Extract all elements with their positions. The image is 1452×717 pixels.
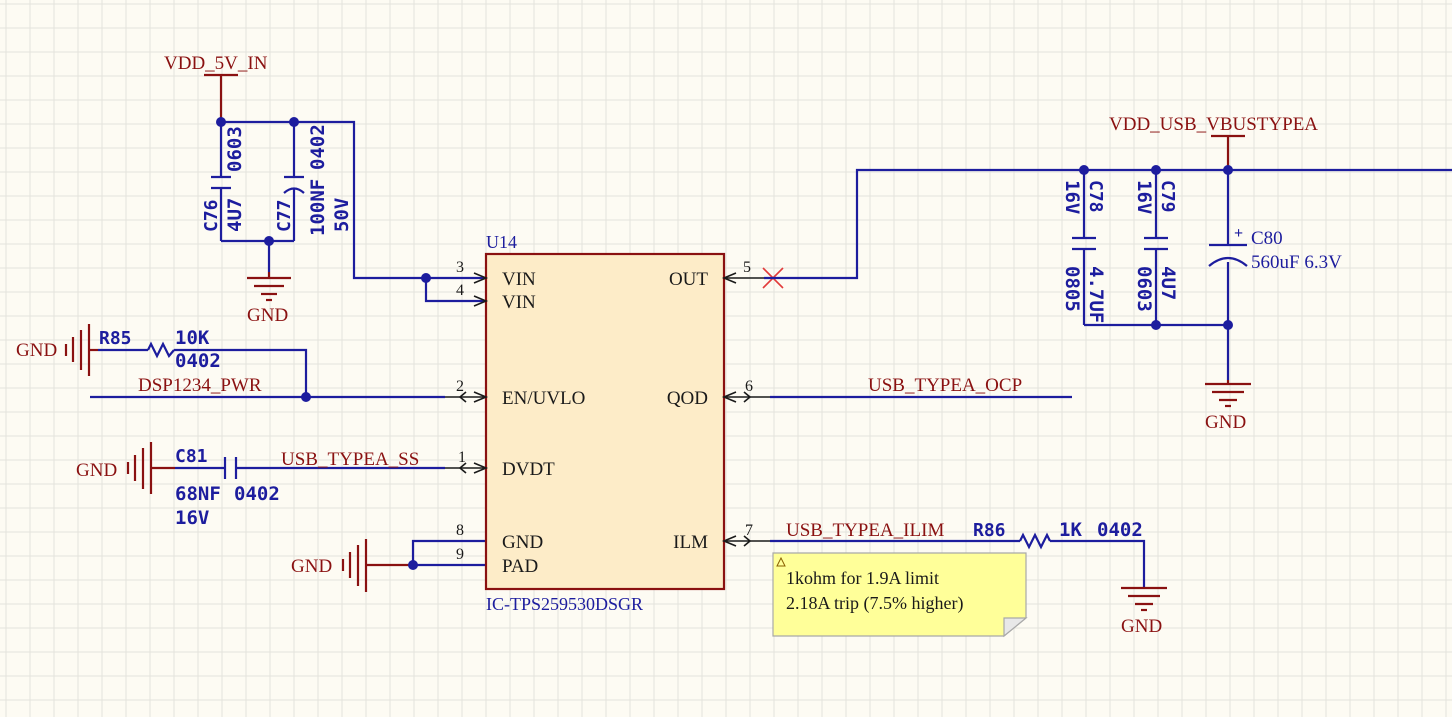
c78-voltage: 16V bbox=[1061, 180, 1083, 214]
c78-ref: C78 bbox=[1085, 180, 1106, 213]
r86-ref: R86 bbox=[973, 520, 1006, 541]
pin-name: EN/UVLO bbox=[502, 388, 585, 409]
gnd-port[interactable]: GND bbox=[247, 272, 291, 326]
pin-name: ILM bbox=[673, 532, 708, 553]
gnd-label: GND bbox=[16, 340, 57, 361]
c79-ref: C79 bbox=[1157, 180, 1178, 213]
pin-number: 6 bbox=[745, 378, 753, 395]
ic-ref: U14 bbox=[486, 232, 517, 252]
schematic-canvas: VDD_5V_IN C76 4U7 0603 C77 100NF 0402 50… bbox=[0, 0, 1452, 717]
junction bbox=[1151, 320, 1161, 330]
pin-name: VIN bbox=[502, 292, 536, 313]
ocp-net-label: USB_TYPEA_OCP bbox=[868, 375, 1022, 396]
gnd-port[interactable]: GND bbox=[16, 324, 98, 376]
gnd-label: GND bbox=[291, 556, 332, 577]
gnd-label: GND bbox=[247, 305, 288, 326]
pin-number: 3 bbox=[456, 259, 464, 276]
pin-number: 4 bbox=[456, 282, 464, 299]
dsp-pwr-net-label: DSP1234_PWR bbox=[138, 375, 262, 396]
junction bbox=[1223, 320, 1233, 330]
ss-net-label: USB_TYPEA_SS bbox=[281, 449, 419, 470]
c77-size: 0402 bbox=[307, 124, 329, 170]
junction bbox=[289, 117, 299, 127]
r86-value: 1K bbox=[1059, 519, 1082, 541]
c78-size: 0805 bbox=[1061, 266, 1083, 312]
c80-ref: C80 bbox=[1251, 228, 1283, 249]
capacitor-c76[interactable]: C76 4U7 0603 bbox=[201, 126, 246, 232]
input-wires bbox=[219, 120, 486, 303]
junction bbox=[264, 236, 274, 246]
gnd-port[interactable]: GND bbox=[291, 539, 413, 592]
note-line-2: 2.18A trip (7.5% higher) bbox=[786, 593, 963, 614]
pin-name: OUT bbox=[669, 269, 708, 290]
junction bbox=[1079, 165, 1089, 175]
c76-ref: C76 bbox=[201, 199, 222, 232]
c79-value: 4U7 bbox=[1157, 266, 1179, 300]
c81-ref: C81 bbox=[175, 446, 208, 467]
pin-name: QOD bbox=[667, 388, 708, 409]
ilim-net-label: USB_TYPEA_ILIM bbox=[786, 520, 944, 541]
vdd-5v-in-port[interactable]: VDD_5V_IN bbox=[164, 53, 268, 122]
pin-number: 9 bbox=[456, 546, 464, 563]
r86-size: 0402 bbox=[1097, 519, 1143, 541]
r85-size: 0402 bbox=[175, 350, 221, 372]
gnd-port[interactable]: GND bbox=[1121, 586, 1167, 637]
pin-number: 5 bbox=[743, 259, 751, 276]
pin-number: 7 bbox=[745, 522, 753, 539]
out-wire bbox=[764, 168, 1452, 280]
pin-name: DVDT bbox=[502, 459, 555, 480]
gnd-label: GND bbox=[1121, 616, 1162, 637]
junction bbox=[421, 273, 431, 283]
c81-value: 68NF bbox=[175, 483, 221, 505]
c76-value: 4U7 bbox=[224, 198, 246, 232]
c81-size: 0402 bbox=[234, 483, 280, 505]
pin-name: PAD bbox=[502, 556, 538, 577]
c77-voltage: 50V bbox=[331, 198, 353, 232]
c79-size: 0603 bbox=[1133, 266, 1155, 312]
c79-voltage: 16V bbox=[1133, 180, 1155, 214]
junction bbox=[301, 392, 311, 402]
pin-name: GND bbox=[502, 532, 543, 553]
vdd-usb-vbus-port[interactable]: VDD_USB_VBUSTYPEA bbox=[1109, 114, 1318, 170]
c81-voltage: 16V bbox=[175, 507, 209, 529]
r85-ref: R85 bbox=[99, 328, 132, 349]
junction bbox=[1223, 165, 1233, 175]
c77-ref: C77 bbox=[274, 199, 295, 232]
vdd-5v-in-label: VDD_5V_IN bbox=[164, 53, 268, 74]
pin-number: 2 bbox=[456, 378, 464, 395]
vdd-usb-vbus-label: VDD_USB_VBUSTYPEA bbox=[1109, 114, 1318, 135]
capacitor-c77[interactable]: C77 100NF 0402 50V bbox=[274, 124, 353, 236]
c80-polarity: + bbox=[1234, 225, 1243, 242]
junction bbox=[1151, 165, 1161, 175]
gnd-wire bbox=[411, 539, 486, 565]
pin-number: 8 bbox=[456, 522, 464, 539]
junction bbox=[216, 117, 226, 127]
pin-name: VIN bbox=[502, 269, 536, 290]
c78-value: 4.7UF bbox=[1085, 266, 1107, 323]
c77-value: 100NF bbox=[307, 179, 329, 236]
gnd-label: GND bbox=[76, 460, 117, 481]
c76-size: 0603 bbox=[224, 126, 246, 172]
gnd-label: GND bbox=[1205, 412, 1246, 433]
c80-value: 560uF 6.3V bbox=[1251, 252, 1342, 273]
junction bbox=[408, 560, 418, 570]
note-line-1: 1kohm for 1.9A limit bbox=[786, 568, 939, 588]
ic-part-number: IC-TPS259530DSGR bbox=[486, 594, 643, 614]
r85-value: 10K bbox=[175, 327, 210, 349]
design-note[interactable]: 1kohm for 1.9A limit 2.18A trip (7.5% hi… bbox=[772, 552, 1028, 638]
